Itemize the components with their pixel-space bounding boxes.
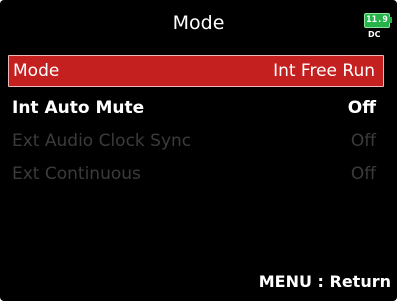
menu-item-value: Off — [350, 131, 376, 151]
battery-icon: 11.9 — [364, 13, 390, 28]
menu-item-value: Off — [347, 98, 376, 118]
menu-item-int-auto-mute[interactable]: Int Auto Mute Off — [8, 92, 384, 125]
menu-item-value: Off — [350, 164, 376, 184]
screen-title: Mode — [172, 12, 225, 34]
menu-item-label: Int Auto Mute — [12, 98, 145, 118]
menu-item-ext-audio-clock-sync: Ext Audio Clock Sync Off — [8, 125, 384, 158]
menu-item-label: Ext Continuous — [12, 164, 141, 184]
power-source-label: DC — [368, 30, 381, 39]
menu-return-hint[interactable]: MENU : Return — [259, 272, 391, 291]
menu-item-ext-continuous: Ext Continuous Off — [8, 158, 384, 191]
menu-item-mode[interactable]: Mode Int Free Run — [8, 55, 384, 87]
header-bar: Mode 11.9 DC — [0, 0, 397, 48]
menu-item-label: Mode — [13, 61, 60, 81]
menu-list: Mode Int Free Run Int Auto Mute Off Ext … — [8, 55, 384, 191]
battery-tip — [389, 17, 392, 23]
device-screen: Mode 11.9 DC Mode Int Free Run Int Auto … — [0, 0, 397, 301]
menu-item-value: Int Free Run — [273, 61, 375, 81]
menu-item-label: Ext Audio Clock Sync — [12, 131, 192, 151]
battery-indicator: 11.9 DC — [364, 8, 392, 42]
